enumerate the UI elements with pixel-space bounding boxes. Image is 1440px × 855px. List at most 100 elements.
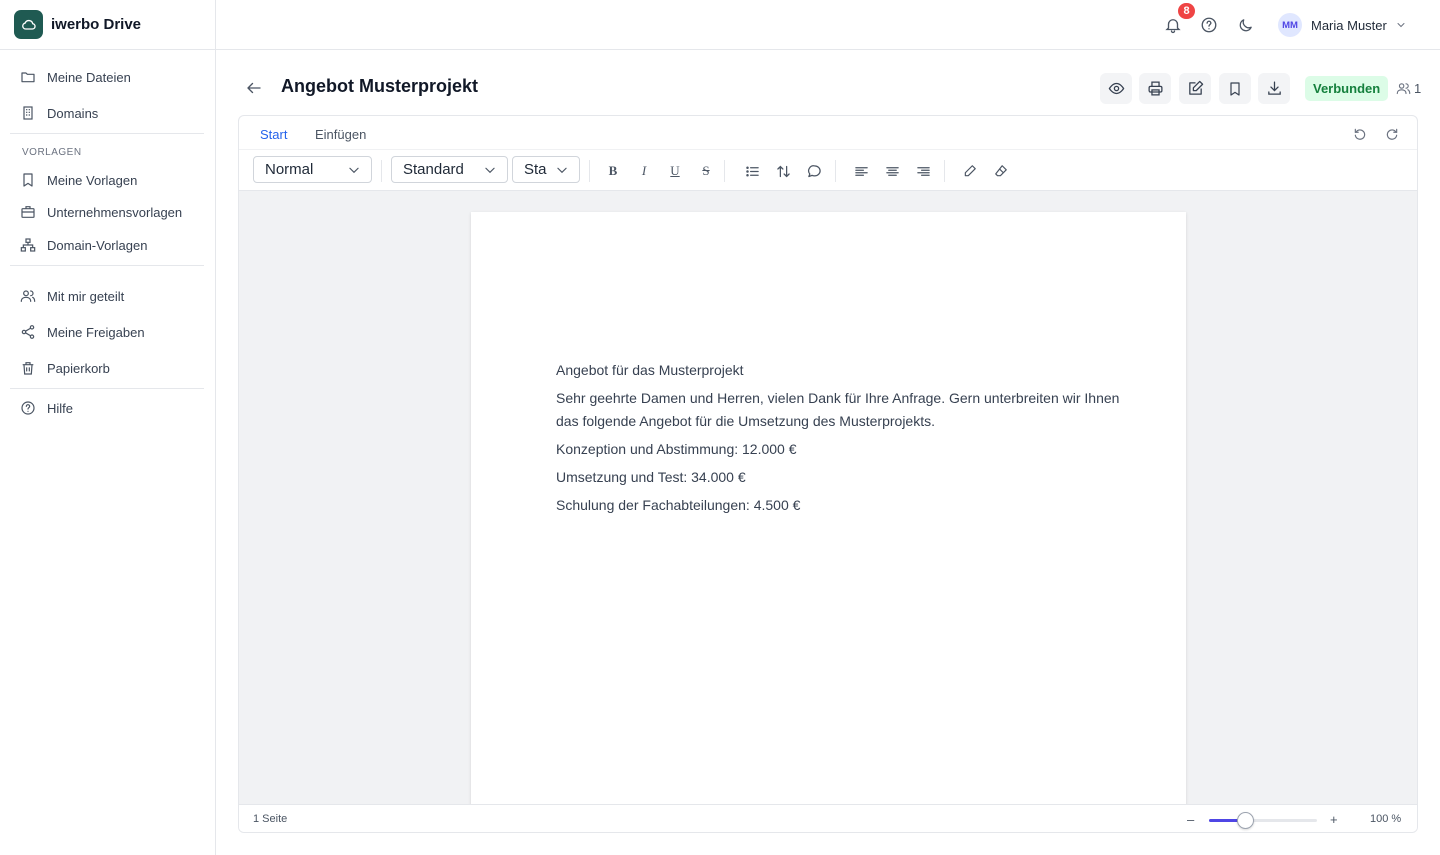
back-arrow-icon[interactable] [244,78,264,98]
underline-button[interactable]: U [666,162,684,180]
document-page[interactable]: Angebot für das Musterprojekt Sehr geehr… [471,212,1186,804]
eraser-icon[interactable] [992,162,1010,180]
undo-icon[interactable] [1352,126,1368,142]
strikethrough-button[interactable]: S [697,162,715,180]
eye-icon [1108,80,1125,97]
redo-icon[interactable] [1384,126,1400,142]
document-content[interactable]: Angebot für das Musterprojekt Sehr geehr… [556,359,1126,522]
document-editor: Start Einfügen Normal Standard Sta B I U… [238,115,1418,833]
document-line-item: Umsetzung und Test: 34.000 € [556,469,746,485]
sidebar-item-domain-vorlagen[interactable]: Domain-Vorlagen [20,233,147,257]
toolbar-divider [835,160,836,182]
align-left-icon[interactable] [852,162,870,180]
page-title: Angebot Musterprojekt [281,76,479,96]
sidebar-item-domains[interactable]: Domains [20,101,98,125]
align-center-icon[interactable] [883,162,901,180]
bold-button[interactable]: B [604,162,622,180]
font-family-select[interactable]: Standard [391,156,508,183]
sitemap-icon [20,237,36,253]
users-icon [20,288,36,304]
divider [10,265,204,266]
toolbar-divider [589,160,590,182]
help-icon[interactable] [1199,15,1219,35]
divider [10,388,204,389]
chevron-down-icon [483,163,497,177]
zoom-out-button[interactable]: – [1187,812,1194,827]
sidebar-item-unternehmensvorlagen[interactable]: Unternehmensvorlagen [20,200,182,224]
sidebar-item-label: Unternehmensvorlagen [47,204,183,220]
zoom-level: 100 % [1370,813,1402,825]
active-users-count: 1 [1414,80,1422,96]
help-icon [20,400,36,416]
sidebar-item-meine-vorlagen[interactable]: Meine Vorlagen [20,168,137,192]
highlight-pen-icon[interactable] [961,162,979,180]
download-button[interactable] [1258,73,1290,104]
zoom-in-button[interactable]: + [1330,812,1338,827]
users-icon [1395,80,1411,96]
trash-icon [20,360,36,376]
document-line-item: Schulung der Fachabteilungen: 4.500 € [556,497,801,513]
tab-einfuegen[interactable]: Einfügen [315,127,366,142]
sidebar: iwerbo Drive Meine Dateien Domains VORLA… [0,0,216,855]
document-heading: Angebot für das Musterprojekt [556,362,744,378]
active-users[interactable]: 1 [1395,80,1421,96]
format-toolbar: Normal Standard Sta B I U S [239,150,1417,191]
topbar: 8 MM Maria Muster [216,0,1440,50]
document-canvas: Angebot für das Musterprojekt Sehr geehr… [239,191,1417,804]
align-right-icon[interactable] [914,162,932,180]
share-icon [20,324,36,340]
font-size-value: Sta [524,161,547,178]
italic-button[interactable]: I [635,162,653,180]
sidebar-item-hilfe[interactable]: Hilfe [20,396,73,420]
document-line-item: Konzeption und Abstimmung: 12.000 € [556,441,797,457]
zoom-slider[interactable] [1209,812,1317,829]
chevron-down-icon [555,163,569,177]
paragraph-style-select[interactable]: Normal [253,156,372,183]
tab-start[interactable]: Start [260,127,287,142]
chevron-down-icon [347,163,361,177]
avatar: MM [1278,13,1302,37]
sidebar-item-label: Domains [47,105,99,121]
font-family-value: Standard [403,161,464,178]
bookmark-icon [20,172,36,188]
briefcase-icon [20,204,36,220]
sidebar-item-label: Meine Freigaben [47,324,145,340]
user-menu[interactable]: MM Maria Muster [1278,13,1407,37]
brand[interactable]: iwerbo Drive [0,0,215,50]
moon-icon[interactable] [1235,15,1255,35]
printer-icon [1147,80,1164,97]
cloud-icon [14,10,43,39]
sidebar-item-meine-freigaben[interactable]: Meine Freigaben [20,320,145,344]
sidebar-item-label: Meine Dateien [47,69,131,85]
editor-statusbar: 1 Seite – + 100 % [239,804,1417,832]
sidebar-item-label: Papierkorb [47,360,110,376]
notification-badge: 8 [1176,1,1197,21]
sort-icon[interactable] [774,162,792,180]
sidebar-item-mit-mir-geteilt[interactable]: Mit mir geteilt [20,284,124,308]
toolbar-divider [381,160,382,182]
sidebar-item-meine-dateien[interactable]: Meine Dateien [20,65,131,89]
app-name: iwerbo Drive [51,16,142,33]
document-paragraph: Sehr geehrte Damen und Herren, vielen Da… [556,390,1120,429]
bookmark-button[interactable] [1219,73,1251,104]
sidebar-item-label: Domain-Vorlagen [47,237,148,253]
edit-button[interactable] [1179,73,1211,104]
connection-status-badge: Verbunden [1305,76,1389,101]
zoom-slider-thumb[interactable] [1236,812,1254,829]
chevron-down-icon [1395,19,1407,31]
page-count: 1 Seite [253,813,288,825]
sidebar-item-papierkorb[interactable]: Papierkorb [20,356,110,380]
preview-button[interactable] [1100,73,1132,104]
toolbar-divider [944,160,945,182]
font-size-select[interactable]: Sta [512,156,580,183]
paragraph-style-value: Normal [265,161,314,178]
building-icon [20,105,36,121]
sidebar-item-label: Meine Vorlagen [47,172,138,188]
folder-icon [20,69,36,85]
comment-icon[interactable] [805,162,823,180]
sidebar-item-label: Mit mir geteilt [47,288,125,304]
download-icon [1266,80,1283,97]
print-button[interactable] [1139,73,1171,104]
divider [10,133,204,134]
bullet-list-icon[interactable] [743,162,761,180]
